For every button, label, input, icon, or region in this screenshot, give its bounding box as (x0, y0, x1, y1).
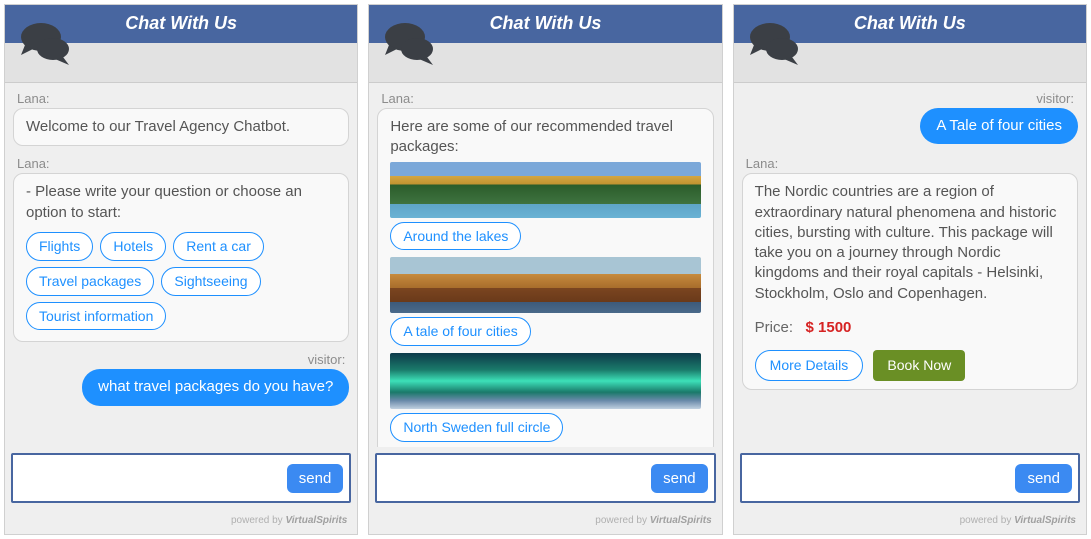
chat-logo-icon (19, 19, 75, 74)
package-image-north-sweden (390, 353, 700, 409)
send-button[interactable]: send (287, 464, 344, 493)
book-now-button[interactable]: Book Now (873, 350, 965, 381)
chat-title: Chat With Us (490, 13, 602, 33)
visitor-message-text: A Tale of four cities (936, 117, 1062, 134)
bot-message-text: Here are some of our recommended travel … (390, 117, 700, 158)
chip-tale-of-four-cities[interactable]: A tale of four cities (390, 317, 530, 346)
chat-title: Chat With Us (125, 13, 237, 33)
footer: powered by VirtualSpirits (369, 509, 721, 534)
chat-window-3: Chat With Us visitor: A Tale of four cit… (733, 4, 1087, 535)
chat-window-1: Chat With Us Lana: Welcome to our Travel… (4, 4, 358, 535)
footer: powered by VirtualSpirits (734, 509, 1086, 534)
sender-label-visitor: visitor: (746, 91, 1074, 106)
visitor-message: what travel packages do you have? (82, 369, 349, 405)
chip-north-sweden-full-circle[interactable]: North Sweden full circle (390, 413, 563, 442)
bot-message-text: The Nordic countries are a region of ext… (755, 182, 1065, 304)
footer-brand[interactable]: VirtualSpirits (650, 515, 712, 526)
bot-message: Here are some of our recommended travel … (377, 108, 713, 447)
chip-sightseeing[interactable]: Sightseeing (161, 267, 260, 296)
bot-message: The Nordic countries are a region of ext… (742, 173, 1078, 390)
chip-flights[interactable]: Flights (26, 232, 93, 261)
visitor-message-text: what travel packages do you have? (98, 378, 333, 395)
message-input[interactable] (752, 470, 1016, 487)
message-input[interactable] (387, 470, 651, 487)
package-image-lakes (390, 162, 700, 218)
messages-area[interactable]: Lana: Here are some of our recommended t… (369, 83, 721, 447)
send-button[interactable]: send (1015, 464, 1072, 493)
input-area: send (740, 453, 1080, 503)
sender-label-bot: Lana: (17, 91, 345, 106)
price-value: $ 1500 (806, 319, 852, 336)
send-button[interactable]: send (651, 464, 708, 493)
bot-message-text: - Please write your question or choose a… (26, 182, 336, 223)
footer-brand[interactable]: VirtualSpirits (1014, 515, 1076, 526)
visitor-message: A Tale of four cities (920, 108, 1078, 144)
message-input[interactable] (23, 470, 287, 487)
footer-prefix: powered by (231, 515, 283, 526)
sender-label-bot: Lana: (746, 156, 1074, 171)
chat-title: Chat With Us (854, 13, 966, 33)
chip-group: Flights Hotels Rent a car Travel package… (26, 229, 336, 334)
chip-rent-a-car[interactable]: Rent a car (173, 232, 264, 261)
more-details-button[interactable]: More Details (755, 350, 864, 381)
bot-message-text: Welcome to our Travel Agency Chatbot. (26, 118, 290, 135)
chat-window-2: Chat With Us Lana: Here are some of our … (368, 4, 722, 535)
messages-area[interactable]: Lana: Welcome to our Travel Agency Chatb… (5, 83, 357, 447)
chip-hotels[interactable]: Hotels (100, 232, 166, 261)
input-area: send (11, 453, 351, 503)
footer-brand[interactable]: VirtualSpirits (285, 515, 347, 526)
bot-message: Welcome to our Travel Agency Chatbot. (13, 108, 349, 146)
messages-area[interactable]: visitor: A Tale of four cities Lana: The… (734, 83, 1086, 447)
chat-logo-icon (748, 19, 804, 74)
input-area: send (375, 453, 715, 503)
chat-logo-icon (383, 19, 439, 74)
sender-label-bot: Lana: (381, 91, 709, 106)
sender-label-visitor: visitor: (17, 352, 345, 367)
price-label: Price: (755, 319, 793, 336)
chip-tourist-information[interactable]: Tourist information (26, 302, 166, 331)
action-row: More Details Book Now (755, 350, 1065, 381)
chip-around-the-lakes[interactable]: Around the lakes (390, 222, 521, 251)
footer-prefix: powered by (960, 515, 1012, 526)
chip-travel-packages[interactable]: Travel packages (26, 267, 154, 296)
package-image-cities (390, 257, 700, 313)
footer-prefix: powered by (595, 515, 647, 526)
bot-message: - Please write your question or choose a… (13, 173, 349, 342)
sender-label-bot: Lana: (17, 156, 345, 171)
footer: powered by VirtualSpirits (5, 509, 357, 534)
